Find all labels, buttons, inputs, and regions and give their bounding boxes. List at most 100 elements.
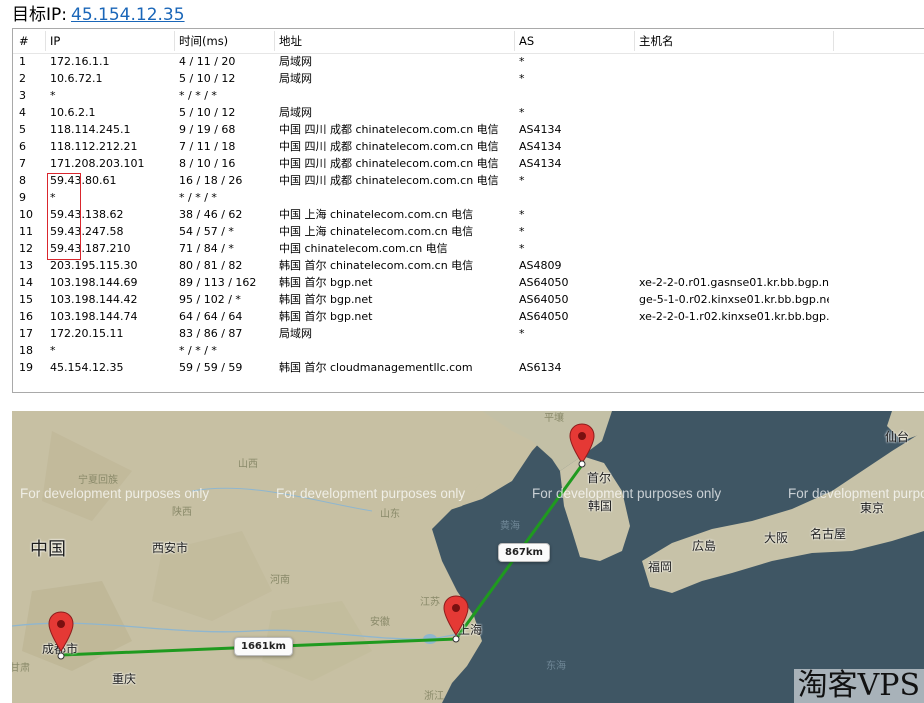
- hop-hostname: ge-5-1-0.r02.kinxse01.kr.bb.bgp.net: [639, 293, 829, 306]
- header-time[interactable]: 时间(ms): [179, 29, 277, 53]
- hop-location: 局域网: [279, 106, 312, 119]
- table-header: # IP 时间(ms) 地址 AS 主机名: [13, 29, 924, 54]
- hop-ip: 103.198.144.42: [50, 293, 138, 306]
- hop-num: 16: [19, 310, 33, 323]
- header-divider[interactable]: [174, 31, 175, 51]
- brand-watermark: 淘客VPS: [793, 669, 924, 703]
- table-body: 1 172.16.1.1 4 / 11 / 20 局域网 * 2 10.6.72.1 5 / …: [13, 53, 924, 376]
- hop-ip: 59.43.80.61: [50, 174, 117, 187]
- hop-as: AS64050: [519, 310, 569, 323]
- table-row[interactable]: 12 59.43.187.210 71 / 84 / * 中国 chinateleco…: [13, 240, 924, 257]
- hop-as: AS64050: [519, 276, 569, 289]
- hop-as: AS4134: [519, 140, 562, 153]
- header-hostname[interactable]: 主机名: [639, 29, 829, 53]
- table-row[interactable]: 3 * * / * / *: [13, 87, 924, 104]
- table-row[interactable]: 17 172.20.15.11 83 / 86 / 87 局域网 *: [13, 325, 924, 342]
- table-row[interactable]: 16 103.198.144.74 64 / 64 / 64 韩国 首尔 bgp.ne…: [13, 308, 924, 325]
- hop-location: 韩国 首尔 cloudmanagementllc.com: [279, 361, 473, 374]
- hop-time: * / * / *: [179, 344, 217, 357]
- table-row[interactable]: 14 103.198.144.69 89 / 113 / 162 韩国 首尔 bgp.…: [13, 274, 924, 291]
- hop-location: 中国 四川 成都 chinatelecom.com.cn 电信: [279, 123, 499, 136]
- hop-num: 19: [19, 361, 33, 374]
- hop-num: 11: [19, 225, 33, 238]
- hop-location: 中国 上海 chinatelecom.com.cn 电信: [279, 225, 474, 238]
- target-ip-line: 目标IP: 45.154.12.35: [12, 4, 185, 26]
- header-as[interactable]: AS: [519, 29, 633, 53]
- hop-time: 7 / 11 / 18: [179, 140, 236, 153]
- hop-time: 95 / 102 / *: [179, 293, 241, 306]
- hop-as: AS4809: [519, 259, 562, 272]
- hop-time: 64 / 64 / 64: [179, 310, 243, 323]
- traceroute-table: # IP 时间(ms) 地址 AS 主机名 1 172.16.1.1 4 / 11 …: [12, 28, 924, 393]
- map-pin-dots: [57, 460, 586, 660]
- hop-time: * / * / *: [179, 89, 217, 102]
- hop-ip: 59.43.187.210: [50, 242, 131, 255]
- hop-ip: *: [50, 344, 56, 357]
- hop-as: *: [519, 327, 525, 340]
- hop-location: 局域网: [279, 55, 312, 68]
- hop-as: *: [519, 106, 525, 119]
- hop-as: AS4134: [519, 123, 562, 136]
- hop-time: 5 / 10 / 12: [179, 106, 236, 119]
- hop-location: 中国 四川 成都 chinatelecom.com.cn 电信: [279, 140, 499, 153]
- table-row[interactable]: 9 * * / * / *: [13, 189, 924, 206]
- hop-location: 中国 上海 chinatelecom.com.cn 电信: [279, 208, 474, 221]
- hop-location: 中国 四川 成都 chinatelecom.com.cn 电信: [279, 157, 499, 170]
- hop-as: *: [519, 72, 525, 85]
- hop-ip: 103.198.144.74: [50, 310, 138, 323]
- hop-location: 韩国 首尔 chinatelecom.com.cn 电信: [279, 259, 474, 272]
- table-row[interactable]: 5 118.114.245.1 9 / 19 / 68 中国 四川 成都 chinat…: [13, 121, 924, 138]
- table-row[interactable]: 1 172.16.1.1 4 / 11 / 20 局域网 *: [13, 53, 924, 70]
- table-row[interactable]: 15 103.198.144.42 95 / 102 / * 韩国 首尔 bgp.ne…: [13, 291, 924, 308]
- header-location[interactable]: 地址: [279, 29, 515, 53]
- hop-num: 18: [19, 344, 33, 357]
- table-row[interactable]: 13 203.195.115.30 80 / 81 / 82 韩国 首尔 chinat…: [13, 257, 924, 274]
- hop-location: 韩国 首尔 bgp.net: [279, 293, 373, 306]
- table-row[interactable]: 7 171.208.203.101 8 / 10 / 16 中国 四川 成都 chin…: [13, 155, 924, 172]
- hop-ip: 59.43.138.62: [50, 208, 124, 221]
- header-num[interactable]: #: [19, 29, 45, 53]
- table-row[interactable]: 2 10.6.72.1 5 / 10 / 12 局域网 *: [13, 70, 924, 87]
- hop-time: 71 / 84 / *: [179, 242, 234, 255]
- route-map[interactable]: 中国 西安市 成都市 重庆 首尔 韩国 上海 広島 福岡 大阪 名古屋 東京 仙…: [12, 411, 924, 703]
- header-divider[interactable]: [514, 31, 515, 51]
- hop-num: 17: [19, 327, 33, 340]
- header-ip[interactable]: IP: [50, 29, 176, 53]
- hop-num: 6: [19, 140, 26, 153]
- target-ip-link[interactable]: 45.154.12.35: [71, 5, 185, 25]
- hop-ip: 10.6.72.1: [50, 72, 103, 85]
- header-divider[interactable]: [634, 31, 635, 51]
- hop-as: *: [519, 208, 525, 221]
- table-row[interactable]: 8 59.43.80.61 16 / 18 / 26 中国 四川 成都 chinate…: [13, 172, 924, 189]
- hop-num: 8: [19, 174, 26, 187]
- hop-ip: 103.198.144.69: [50, 276, 138, 289]
- table-row[interactable]: 10 59.43.138.62 38 / 46 / 62 中国 上海 chinatel…: [13, 206, 924, 223]
- hop-num: 14: [19, 276, 33, 289]
- hop-num: 13: [19, 259, 33, 272]
- table-row[interactable]: 19 45.154.12.35 59 / 59 / 59 韩国 首尔 cloudman…: [13, 359, 924, 376]
- hop-as: AS6134: [519, 361, 562, 374]
- header-divider[interactable]: [45, 31, 46, 51]
- hop-num: 5: [19, 123, 26, 136]
- hop-hostname: xe-2-2-0-1.r02.kinxse01.kr.bb.bgp....: [639, 310, 829, 323]
- table-row[interactable]: 18 * * / * / *: [13, 342, 924, 359]
- table-row[interactable]: 6 118.112.212.21 7 / 11 / 18 中国 四川 成都 china…: [13, 138, 924, 155]
- hop-time: 16 / 18 / 26: [179, 174, 243, 187]
- hop-time: 4 / 11 / 20: [179, 55, 236, 68]
- hop-num: 12: [19, 242, 33, 255]
- hop-time: 89 / 113 / 162: [179, 276, 257, 289]
- hop-as: AS4134: [519, 157, 562, 170]
- hop-num: 15: [19, 293, 33, 306]
- hop-time: 80 / 81 / 82: [179, 259, 243, 272]
- table-row[interactable]: 4 10.6.2.1 5 / 10 / 12 局域网 *: [13, 104, 924, 121]
- header-divider[interactable]: [274, 31, 275, 51]
- hop-time: 59 / 59 / 59: [179, 361, 243, 374]
- table-row[interactable]: 11 59.43.247.58 54 / 57 / * 中国 上海 chinatele…: [13, 223, 924, 240]
- hop-ip: 45.154.12.35: [50, 361, 124, 374]
- hop-ip: 59.43.247.58: [50, 225, 124, 238]
- hop-ip: 172.20.15.11: [50, 327, 124, 340]
- hop-time: 5 / 10 / 12: [179, 72, 236, 85]
- hop-time: 8 / 10 / 16: [179, 157, 236, 170]
- header-divider[interactable]: [833, 31, 834, 51]
- hop-ip: 118.112.212.21: [50, 140, 138, 153]
